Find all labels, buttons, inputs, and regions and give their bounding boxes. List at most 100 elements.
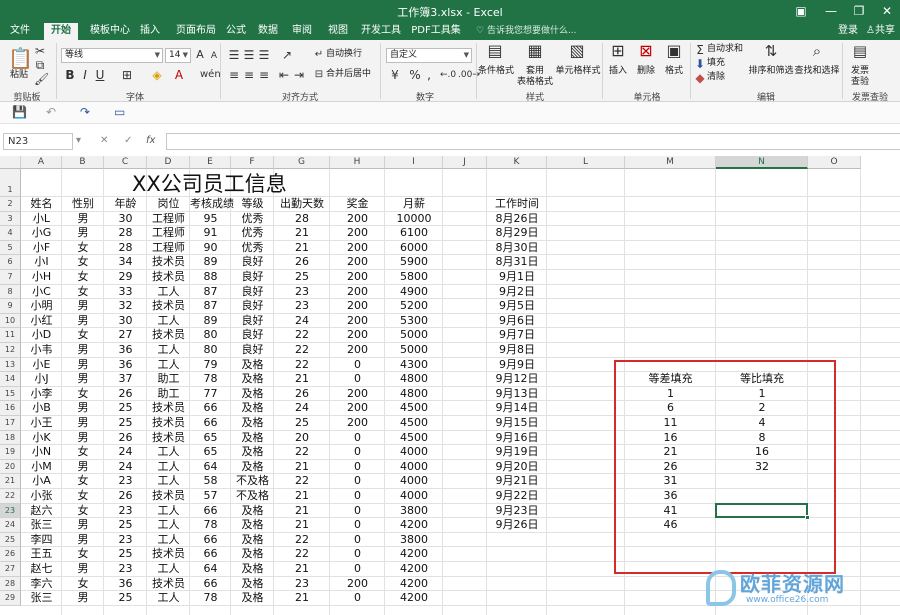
cell[interactable]: 64 xyxy=(190,460,231,475)
row-header[interactable]: 22 xyxy=(0,489,21,504)
cell[interactable]: 男 xyxy=(62,401,104,416)
cell[interactable]: 女 xyxy=(62,241,104,256)
shrink-font-icon[interactable]: A xyxy=(208,49,220,63)
grow-font-icon[interactable]: A xyxy=(194,48,206,62)
cell[interactable]: 0 xyxy=(330,562,385,577)
cell[interactable]: 小韦 xyxy=(21,343,62,358)
cell[interactable]: 4000 xyxy=(385,489,443,504)
align-bottom-icon[interactable]: ☰ xyxy=(258,48,270,62)
align-left-icon[interactable]: ≡ xyxy=(228,68,240,82)
cell[interactable]: 9月5日 xyxy=(487,299,547,314)
cell[interactable]: 77 xyxy=(190,387,231,402)
row-header[interactable]: 16 xyxy=(0,401,21,416)
cell[interactable]: 9月1日 xyxy=(487,270,547,285)
cell[interactable]: 等级 xyxy=(231,197,274,212)
cell[interactable]: 0 xyxy=(330,518,385,533)
cell[interactable]: 23 xyxy=(104,562,147,577)
cell[interactable]: 200 xyxy=(330,577,385,592)
cell[interactable]: 小B xyxy=(21,401,62,416)
cell[interactable]: 9月8日 xyxy=(487,343,547,358)
cell[interactable]: 4200 xyxy=(385,562,443,577)
tell-me-box[interactable]: ♡ 告诉我您想要做什么... xyxy=(476,24,577,38)
cell[interactable]: 26 xyxy=(104,489,147,504)
cell[interactable]: 女 xyxy=(62,504,104,519)
cell[interactable]: 78 xyxy=(190,591,231,606)
cell[interactable]: 89 xyxy=(190,255,231,270)
cell[interactable]: 及格 xyxy=(231,562,274,577)
cell[interactable]: 工人 xyxy=(147,285,190,300)
cell[interactable]: 4800 xyxy=(385,372,443,387)
cell[interactable]: 22 xyxy=(274,547,330,562)
cell[interactable]: 80 xyxy=(190,328,231,343)
cell[interactable]: 技术员 xyxy=(147,577,190,592)
select-all-corner[interactable] xyxy=(0,156,21,169)
cell[interactable]: 9月20日 xyxy=(487,460,547,475)
clear-icon[interactable]: ◆ xyxy=(694,71,706,85)
tab-developer[interactable]: 开发工具 xyxy=(358,23,404,40)
column-header[interactable]: D xyxy=(147,156,190,169)
row-header[interactable]: 18 xyxy=(0,430,21,446)
cell[interactable]: 张三 xyxy=(21,518,62,533)
cell[interactable]: 小L xyxy=(21,212,62,227)
cell[interactable]: 岗位 xyxy=(147,197,190,212)
underline-button[interactable]: U xyxy=(94,68,106,82)
cell[interactable]: 技术员 xyxy=(147,255,190,270)
cell[interactable]: 66 xyxy=(190,401,231,416)
cell[interactable]: 男 xyxy=(62,226,104,241)
sort-filter-icon[interactable]: ⇅ xyxy=(760,44,782,64)
undo-disabled-icon[interactable]: ↶ xyxy=(46,105,56,119)
cell[interactable]: 36 xyxy=(104,577,147,592)
cell[interactable]: 优秀 xyxy=(231,241,274,256)
cell[interactable]: 66 xyxy=(190,416,231,431)
increase-decimal-icon[interactable]: ←.0 xyxy=(440,68,456,82)
cell[interactable]: 工人 xyxy=(147,460,190,475)
cell[interactable]: 9月9日 xyxy=(487,358,547,373)
percent-icon[interactable]: % xyxy=(408,68,422,82)
cell[interactable]: 小红 xyxy=(21,314,62,329)
cell[interactable]: 66 xyxy=(190,547,231,562)
tab-file[interactable]: 文件 xyxy=(4,23,36,40)
copy-icon[interactable]: ⧉ xyxy=(34,58,46,72)
cell[interactable]: 工程师 xyxy=(147,226,190,241)
cell[interactable]: 28 xyxy=(104,226,147,241)
cell[interactable]: 58 xyxy=(190,474,231,489)
row-header[interactable]: 8 xyxy=(0,284,21,300)
cell[interactable]: 月薪 xyxy=(385,197,443,212)
cell[interactable]: 小王 xyxy=(21,416,62,431)
cell[interactable]: 21 xyxy=(274,518,330,533)
cell[interactable]: 技术员 xyxy=(147,489,190,504)
cell[interactable]: 小李 xyxy=(21,387,62,402)
increase-indent-icon[interactable]: ⇥ xyxy=(293,68,305,82)
cell[interactable]: 小C xyxy=(21,285,62,300)
cell[interactable]: 90 xyxy=(190,241,231,256)
cell[interactable]: 女 xyxy=(62,285,104,300)
row-header[interactable]: 6 xyxy=(0,255,21,270)
tab-page-layout[interactable]: 页面布局 xyxy=(170,23,222,40)
cell[interactable]: 200 xyxy=(330,314,385,329)
cell[interactable]: 0 xyxy=(330,591,385,606)
clear-button[interactable]: 清除 xyxy=(707,72,737,83)
cell[interactable]: 良好 xyxy=(231,255,274,270)
cell[interactable]: 65 xyxy=(190,431,231,446)
cell[interactable]: 4000 xyxy=(385,474,443,489)
row-header[interactable]: 13 xyxy=(0,357,21,373)
decrease-decimal-icon[interactable]: .00→ xyxy=(458,68,480,82)
comma-icon[interactable]: , xyxy=(424,68,434,82)
cell[interactable]: 28 xyxy=(274,212,330,227)
number-format-combo[interactable]: 自定义 ▼ xyxy=(386,48,472,63)
cell[interactable]: 25 xyxy=(274,416,330,431)
merge-center-button[interactable]: 合并后居中 xyxy=(326,69,376,80)
column-header[interactable]: C xyxy=(104,156,147,169)
cell[interactable]: 21 xyxy=(274,226,330,241)
cancel-icon[interactable]: ✕ xyxy=(100,134,108,148)
cell[interactable]: 不及格 xyxy=(231,474,274,489)
cell[interactable]: 25 xyxy=(104,547,147,562)
row-header[interactable]: 19 xyxy=(0,445,21,460)
borders-icon[interactable]: ⊞ xyxy=(120,68,134,82)
cell[interactable]: 男 xyxy=(62,591,104,606)
cell[interactable]: 良好 xyxy=(231,314,274,329)
row-header[interactable]: 27 xyxy=(0,562,21,577)
cell[interactable]: 29 xyxy=(104,270,147,285)
cell[interactable]: 4200 xyxy=(385,591,443,606)
autosum-button[interactable]: 自动求和 xyxy=(707,44,747,55)
